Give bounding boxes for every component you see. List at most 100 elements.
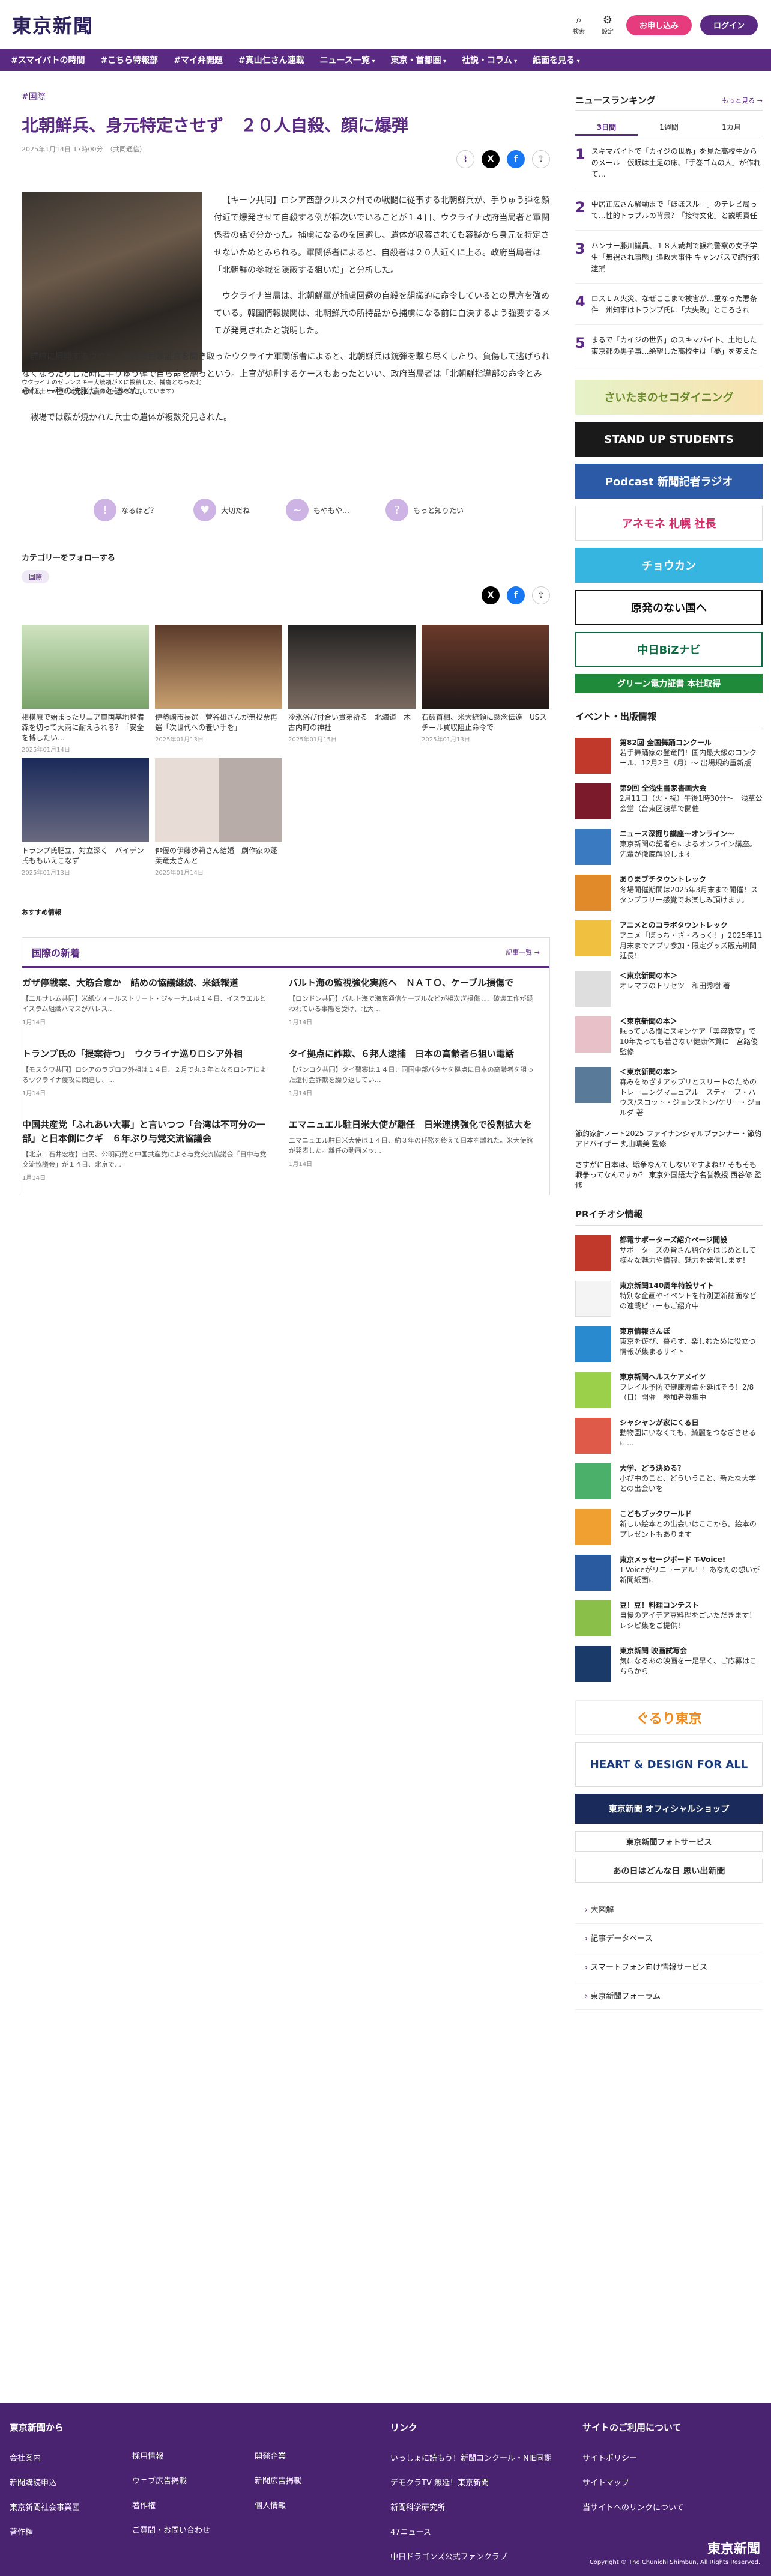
more-link[interactable]: 記事一覧 →: [506, 947, 540, 957]
side-banner[interactable]: HEART & DESIGN FOR ALL: [575, 1742, 763, 1787]
footer-link[interactable]: 個人情報: [255, 2499, 301, 2511]
banner[interactable]: Podcast 新聞記者ラジオ: [575, 464, 763, 499]
event-item[interactable]: ニュース深掘り講座〜オンライン〜 東京新聞の記者らによるオンライン講座。先輩が徹底…: [575, 829, 763, 865]
facebook-share-icon[interactable]: f: [507, 586, 525, 604]
footer-link[interactable]: サイトポリシー: [582, 2452, 684, 2463]
pr-item[interactable]: 大学、どう決める？ 小び中のこと、どういうこと、新たな大学との出会いを: [575, 1463, 763, 1499]
pr-item[interactable]: 東京新聞ヘルスケアメイツ フレイル予防で健康寿命を延ばそう！2/8（日）開催 参加…: [575, 1372, 763, 1408]
footer-link[interactable]: 新聞購読申込: [10, 2476, 80, 2488]
tab-3days[interactable]: 3日間: [575, 119, 638, 136]
pr-item[interactable]: シャシャンが家にくる日 動物園にいなくても、綺麗をつなぎさせるに…: [575, 1418, 763, 1454]
banner[interactable]: チョウカン: [575, 548, 763, 583]
side-banner[interactable]: あの日はどんな日 思い出新聞: [575, 1859, 763, 1883]
banner[interactable]: さいたまのセコダイニング: [575, 380, 763, 415]
event-item[interactable]: ＜東京新聞の本＞ 森みをめざすアップリとスリートのためのトレーニングマニュアル ス…: [575, 1067, 763, 1118]
footer-link[interactable]: 新聞科学研究所: [390, 2501, 552, 2512]
event-link[interactable]: 節約家計ノート2025 ファイナンシャルプランナー・節約アドバイザー 丸山晴美 …: [575, 1129, 763, 1149]
footer-link[interactable]: 開発企業: [255, 2450, 301, 2461]
related-card[interactable]: 俳優の伊藤沙莉さん結婚 劇作家の蓬莱竜太さんと 2025年01月14日: [155, 758, 282, 876]
nav-item[interactable]: 社説・コラム: [462, 54, 517, 66]
search-button[interactable]: ⌕ 検索: [569, 14, 589, 36]
x-share-icon[interactable]: X: [482, 150, 500, 168]
pr-item[interactable]: 東京メッセージボード T-Voice! T-Voiceがリニューアル！！あなたの想…: [575, 1555, 763, 1591]
footer-link[interactable]: 新聞広告掲載: [255, 2474, 301, 2486]
related-card[interactable]: 伊勢崎市長選 菅谷雄さんが無投票再選「次世代への養い手を」 2025年01月13日: [155, 625, 282, 743]
footer-link[interactable]: ウェブ広告掲載: [132, 2474, 210, 2486]
footer-link[interactable]: サイトマップ: [582, 2476, 684, 2488]
ranking-item[interactable]: 4 ロスＬＡ火災、なぜここまで被害が…重なった悪条件 州知事はトランプ氏に「大失敗…: [575, 293, 763, 325]
footer-link[interactable]: 著作権: [10, 2526, 80, 2537]
intl-item[interactable]: エマニュエル駐日米大使が離任 日米連携強化で役割拡大を エマニュエル駐日米大使は１…: [289, 1118, 535, 1168]
pr-item[interactable]: 都電サポーターズ紹介ページ開設 サポーターズの皆さん紹介をはじめとして様々な魅力や…: [575, 1235, 763, 1271]
nav-item[interactable]: 紙面を見る: [533, 54, 580, 66]
reaction-button[interactable]: ~ もやもや…: [286, 499, 349, 521]
pr-item[interactable]: 東京情報さんぽ 東京を遊び、暮らす、楽しむために役立つ情報が集まるサイト: [575, 1326, 763, 1362]
footer-link[interactable]: 当サイトへのリンクについて: [582, 2501, 684, 2512]
side-link[interactable]: スマートフォン向け情報サービス: [575, 1952, 763, 1981]
footer-link[interactable]: ご質問・お問い合わせ: [132, 2524, 210, 2535]
login-button[interactable]: ログイン: [700, 14, 758, 35]
intl-item[interactable]: 中国共産党「ふれあい大事」と言いつつ「台湾は不可分の一部」と日本側にクギ ６年ぶ…: [22, 1118, 268, 1182]
banner[interactable]: STAND UP STUDENTS: [575, 422, 763, 457]
ranking-item[interactable]: 5 まるで「カイジの世界」のスキマバイト、土地した東京都の男子事…絶望した高校生は…: [575, 335, 763, 366]
register-button[interactable]: お申し込み: [626, 14, 692, 35]
related-card[interactable]: 石破首相、米大統領に懸念伝達 USスチール買収阻止命令で 2025年01月13日: [422, 625, 549, 743]
banner[interactable]: 中日BiZナビ: [575, 632, 763, 667]
x-share-icon[interactable]: X: [482, 586, 500, 604]
pr-item[interactable]: 東京新聞 映画試写会 気になるあの映画を一足早く、ご応募はこちらから: [575, 1646, 763, 1682]
event-item[interactable]: ＜東京新聞の本＞ オレマフのトリセツ 和田秀樹 著: [575, 971, 763, 1007]
event-item[interactable]: 第9回 全浅生書家書画大会 2月11日（火・祝）午後1時30分～ 浅草公会堂（台東…: [575, 783, 763, 819]
side-link[interactable]: 大図解: [575, 1895, 763, 1924]
footer-link[interactable]: デモクラTV 無延！東京新聞: [390, 2476, 552, 2488]
related-card[interactable]: 相模原で始まったリニア車両基地整備 森を切って大雨に耐えられる？「安全を博したい…: [22, 625, 151, 753]
pr-item[interactable]: 東京新聞140周年特設サイト 特別な企画やイベントを特別更新誌面などの連載ビューも…: [575, 1281, 763, 1317]
event-item[interactable]: アニメとのコラボタウントレック アニメ「ぼっち・ざ・ろっく！」2025年11月末ま…: [575, 920, 763, 961]
reaction-button[interactable]: ! なるほど？: [94, 499, 157, 521]
footer-link[interactable]: 中日ドラゴンズ公式ファンクラブ: [390, 2550, 552, 2562]
intl-item[interactable]: ガザ停戦案、大筋合意か 詰めの協議継続、米紙報道 【エルサレム共同】米紙ウォールス…: [22, 976, 268, 1026]
reaction-button[interactable]: ? もっと知りたい: [386, 499, 464, 521]
ranking-item[interactable]: 1 スキマバイトで「カイジの世界」を見た高校生からのメール 仮眠は土足の床、「手巻…: [575, 146, 763, 189]
nav-item[interactable]: #こちら特報部: [100, 54, 158, 66]
clip-icon[interactable]: ⌇: [456, 150, 474, 168]
side-banner[interactable]: ぐるり東京: [575, 1700, 763, 1735]
nav-item[interactable]: #スマイバトの時間: [11, 54, 85, 66]
pr-item[interactable]: こどもブックワールド 新しい絵本との出会いはここから。絵本のプレゼントもあります: [575, 1509, 763, 1545]
event-link[interactable]: さすがに日本は、戦争なんてしないですよね!? そもそも戦争ってなんですか？ 東京…: [575, 1160, 763, 1191]
site-logo[interactable]: 東京新聞: [12, 11, 94, 38]
ranking-more-link[interactable]: もっと見る →: [722, 96, 763, 105]
category-tag[interactable]: #国際: [22, 90, 550, 102]
banner[interactable]: アネモネ 札幌 社長: [575, 506, 763, 541]
footer-link[interactable]: 47ニュース: [390, 2526, 552, 2537]
footer-link[interactable]: いっしょに読もう！新聞コンクール・NIE同期: [390, 2452, 552, 2463]
event-item[interactable]: ＜東京新聞の本＞ 眠っている間にスキンケア「美容教室」で10年たっても若さない健康…: [575, 1016, 763, 1057]
share-icon[interactable]: ⇪: [532, 586, 550, 604]
related-card[interactable]: 冷氷浴び付合い貴弟祈る 北海道 木古内町の神社 2025年01月15日: [288, 625, 416, 743]
side-banner[interactable]: 東京新聞 オフィシャルショップ: [575, 1794, 763, 1824]
footer-link[interactable]: 会社案内: [10, 2452, 80, 2463]
footer-link[interactable]: 採用情報: [132, 2450, 210, 2461]
tab-1week[interactable]: 1週間: [638, 119, 700, 136]
banner[interactable]: グリーン電力証書 本社取得: [575, 674, 763, 693]
footer-link[interactable]: 著作権: [132, 2499, 210, 2511]
side-banner[interactable]: 東京新聞フォトサービス: [575, 1831, 763, 1852]
side-link[interactable]: 東京新聞フォーラム: [575, 1981, 763, 2010]
share-icon[interactable]: ⇪: [532, 150, 550, 168]
settings-button[interactable]: ⚙ 設定: [597, 14, 618, 36]
intl-item[interactable]: バルト海の監視強化実施へ ＮＡＴＯ、ケーブル損傷で 【ロンドン共同】バルト海で海底…: [289, 976, 535, 1026]
intl-item[interactable]: タイ拠点に詐欺、６邦人逮捕 日本の高齢者ら狙い電話 【バンコク共同】タイ警察は１４…: [289, 1047, 535, 1097]
pr-item[interactable]: 豆！豆！料理コンテスト 自慢のアイデア豆料理をごいただきます！レシピ集をご提供！: [575, 1600, 763, 1636]
nav-item[interactable]: #マイ弁開題: [174, 54, 223, 66]
nav-item[interactable]: 東京・首都圏: [390, 54, 446, 66]
ranking-item[interactable]: 2 中居正広さん騒動まで「ほぼスルー」のテレビ局って…性的トラブルの背景？「接待文…: [575, 199, 763, 231]
follow-tag-button[interactable]: 国際: [22, 570, 49, 583]
event-item[interactable]: ありまブチタウントレック 冬場開催期間は2025年3月末まで開催！スタンプラリー感…: [575, 875, 763, 911]
side-link[interactable]: 記事データベース: [575, 1924, 763, 1952]
banner[interactable]: 原発のない国へ: [575, 590, 763, 625]
nav-item[interactable]: #真山仁さん連載: [238, 54, 304, 66]
intl-item[interactable]: トランプ氏の「提案待つ」 ウクライナ巡りロシア外相 【モスクワ共同】ロシアのラブロ…: [22, 1047, 268, 1097]
event-item[interactable]: 第82回 全国舞踊コンクール 若手舞踊家の登竜門！国内最大級のコンクール、12月2…: [575, 738, 763, 774]
footer-link[interactable]: 東京新聞社会事業団: [10, 2501, 80, 2512]
ranking-item[interactable]: 3 ハンサー藤川議員、１８人裁判で誤れ警察の女子学生「無視され事態」追政大事件 キ…: [575, 240, 763, 284]
related-card[interactable]: トランプ氏肥立、対立深く バイデン氏ももいえこなず 2025年01月13日: [22, 758, 149, 876]
